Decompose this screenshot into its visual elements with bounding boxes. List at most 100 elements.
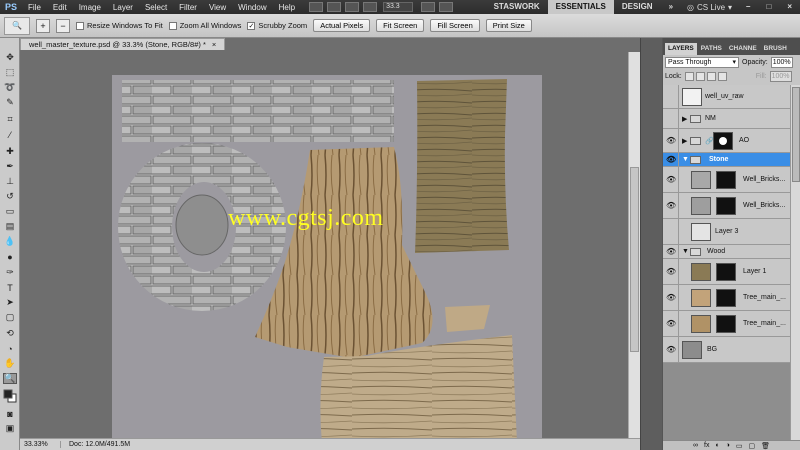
blend-mode-select[interactable]: Pass Through bbox=[665, 56, 739, 68]
trash-icon[interactable]: 🗑 bbox=[761, 442, 770, 450]
visibility-toggle[interactable]: 👁 bbox=[663, 129, 679, 152]
crop-tool-icon[interactable]: ⌗ bbox=[3, 114, 17, 125]
zoom-in-icon[interactable]: + bbox=[36, 18, 50, 33]
layer-row[interactable]: 👁 BG bbox=[663, 337, 790, 363]
layer-row[interactable]: well_uv_raw bbox=[663, 85, 790, 109]
visibility-toggle[interactable]: 👁 bbox=[663, 153, 679, 166]
tab-brush[interactable]: BRUSH bbox=[761, 43, 790, 55]
visibility-toggle[interactable]: 👁 bbox=[663, 337, 679, 362]
hand-tool-icon[interactable]: ✋ bbox=[3, 358, 17, 369]
lasso-tool-icon[interactable]: ➰ bbox=[3, 82, 17, 93]
status-zoom[interactable]: 33.33% bbox=[20, 441, 60, 448]
vertical-scrollbar[interactable] bbox=[628, 52, 640, 438]
shape-tool-icon[interactable]: ▢ bbox=[3, 312, 17, 323]
adjustment-icon[interactable]: ◑ bbox=[726, 442, 730, 449]
visibility-toggle[interactable]: 👁 bbox=[663, 245, 679, 258]
visibility-toggle[interactable]: 👁 bbox=[663, 311, 679, 336]
scroll-thumb[interactable] bbox=[630, 167, 639, 352]
opacity-input[interactable]: 100% bbox=[770, 56, 793, 68]
move-tool-icon[interactable]: ✥ bbox=[3, 52, 17, 63]
blur-tool-icon[interactable]: 💧 bbox=[3, 236, 17, 247]
healing-brush-tool-icon[interactable]: ✚ bbox=[3, 146, 17, 157]
tool-preset-picker[interactable]: 🔍 bbox=[4, 16, 30, 35]
layer-row[interactable]: 👁 Layer 1 bbox=[663, 259, 790, 285]
lock-position-icon[interactable] bbox=[706, 71, 716, 81]
clone-stamp-tool-icon[interactable]: ⊥ bbox=[3, 176, 17, 187]
dodge-tool-icon[interactable]: ● bbox=[3, 251, 17, 262]
visibility-toggle[interactable] bbox=[663, 109, 679, 128]
new-layer-icon[interactable]: ▢ bbox=[749, 442, 756, 450]
canvas[interactable]: www.cgtsj.com bbox=[112, 75, 542, 443]
menu-window[interactable]: Window bbox=[232, 3, 272, 12]
visibility-toggle[interactable]: 👁 bbox=[663, 167, 679, 192]
close-document-icon[interactable]: × bbox=[212, 39, 216, 50]
layer-row[interactable]: 👁 Tree_main_... bbox=[663, 285, 790, 311]
lock-all-icon[interactable] bbox=[717, 71, 727, 81]
expand-arrow-icon[interactable]: ▶ bbox=[682, 115, 687, 123]
minimize-button[interactable]: – bbox=[738, 0, 758, 14]
lock-pixels-icon[interactable] bbox=[695, 71, 705, 81]
eyedropper-tool-icon[interactable]: ⁄ bbox=[3, 129, 17, 140]
zoom-out-icon[interactable]: − bbox=[56, 18, 70, 33]
group-row[interactable]: 👁 ▼ Wood bbox=[663, 245, 790, 259]
quick-select-tool-icon[interactable]: ✎ bbox=[3, 97, 17, 108]
visibility-toggle[interactable] bbox=[663, 219, 679, 244]
menu-filter[interactable]: Filter bbox=[173, 3, 203, 12]
menu-edit[interactable]: Edit bbox=[47, 3, 73, 12]
history-brush-tool-icon[interactable]: ↺ bbox=[3, 191, 17, 202]
menu-image[interactable]: Image bbox=[73, 3, 107, 12]
resize-windows-checkbox[interactable]: Resize Windows To Fit bbox=[76, 21, 163, 30]
menu-layer[interactable]: Layer bbox=[107, 3, 139, 12]
more-workspaces-icon[interactable]: » bbox=[661, 0, 681, 14]
visibility-toggle[interactable] bbox=[663, 85, 679, 108]
collapse-arrow-icon[interactable]: ▼ bbox=[682, 248, 689, 255]
actual-pixels-button[interactable]: Actual Pixels bbox=[313, 19, 371, 32]
mask-icon[interactable]: ◐ bbox=[715, 442, 719, 449]
layer-row[interactable]: 👁 Well_Bricks... bbox=[663, 167, 790, 193]
tab-channels[interactable]: CHANNE bbox=[726, 43, 760, 55]
fill-input[interactable]: 100% bbox=[769, 70, 792, 82]
group-row-selected[interactable]: 👁 ▼ Stone bbox=[663, 153, 790, 167]
workspace-design[interactable]: DESIGN bbox=[614, 0, 661, 14]
arrange-icon[interactable] bbox=[345, 2, 360, 12]
folder-icon[interactable]: ▭ bbox=[736, 442, 743, 450]
group-row[interactable]: 👁 ▶ 🔗 AO bbox=[663, 129, 790, 153]
pen-tool-icon[interactable]: ✑ bbox=[3, 267, 17, 278]
fill-screen-button[interactable]: Fill Screen bbox=[430, 19, 480, 32]
scrubby-zoom-checkbox[interactable]: ✓ Scrubby Zoom bbox=[247, 21, 307, 30]
3d-orbit-tool-icon[interactable]: ◔ bbox=[3, 343, 17, 354]
document-tab[interactable]: well_master_texture.psd @ 33.3% (Stone, … bbox=[20, 38, 226, 50]
eraser-tool-icon[interactable]: ▭ bbox=[3, 206, 17, 217]
3d-rotate-tool-icon[interactable]: ⟲ bbox=[3, 328, 17, 339]
workspace-essentials[interactable]: ESSENTIALS bbox=[547, 0, 614, 14]
visibility-toggle[interactable]: 👁 bbox=[663, 259, 679, 284]
brush-tool-icon[interactable]: ✒ bbox=[3, 161, 17, 172]
visibility-toggle[interactable]: 👁 bbox=[663, 193, 679, 218]
zoom-all-windows-checkbox[interactable]: Zoom All Windows bbox=[168, 21, 241, 30]
path-select-tool-icon[interactable]: ➤ bbox=[3, 297, 17, 308]
gradient-tool-icon[interactable]: ▤ bbox=[3, 221, 17, 232]
layer-row[interactable]: 👁 Tree_main_... bbox=[663, 311, 790, 337]
quick-mask-icon[interactable]: ◙ bbox=[3, 408, 17, 419]
tab-paths[interactable]: PATHS bbox=[698, 43, 725, 55]
zoom-level-field[interactable]: 33.3 bbox=[383, 2, 414, 12]
cs-live-button[interactable]: ◎ CS Live ▾ bbox=[681, 3, 738, 12]
menu-select[interactable]: Select bbox=[139, 3, 173, 12]
zoom-tool-icon[interactable]: 🔍 bbox=[3, 373, 17, 384]
workspace-staswork[interactable]: STASWORK bbox=[486, 0, 548, 14]
scroll-thumb[interactable] bbox=[792, 87, 800, 182]
maximize-button[interactable]: □ bbox=[758, 0, 779, 14]
color-swatches-icon[interactable] bbox=[3, 389, 17, 402]
group-row[interactable]: ▶ NM bbox=[663, 109, 790, 129]
fit-screen-button[interactable]: Fit Screen bbox=[376, 19, 425, 32]
menu-file[interactable]: File bbox=[22, 3, 47, 12]
type-tool-icon[interactable]: T bbox=[3, 282, 17, 293]
collapse-arrow-icon[interactable]: ▼ bbox=[682, 156, 689, 163]
marquee-tool-icon[interactable]: ⬚ bbox=[3, 67, 17, 78]
tab-layers[interactable]: LAYERS bbox=[665, 43, 697, 55]
fx-icon[interactable]: fx bbox=[704, 442, 709, 449]
visibility-toggle[interactable]: 👁 bbox=[663, 285, 679, 310]
expand-arrow-icon[interactable]: ▶ bbox=[682, 137, 687, 145]
menu-view[interactable]: View bbox=[203, 3, 232, 12]
print-size-button[interactable]: Print Size bbox=[485, 19, 532, 32]
